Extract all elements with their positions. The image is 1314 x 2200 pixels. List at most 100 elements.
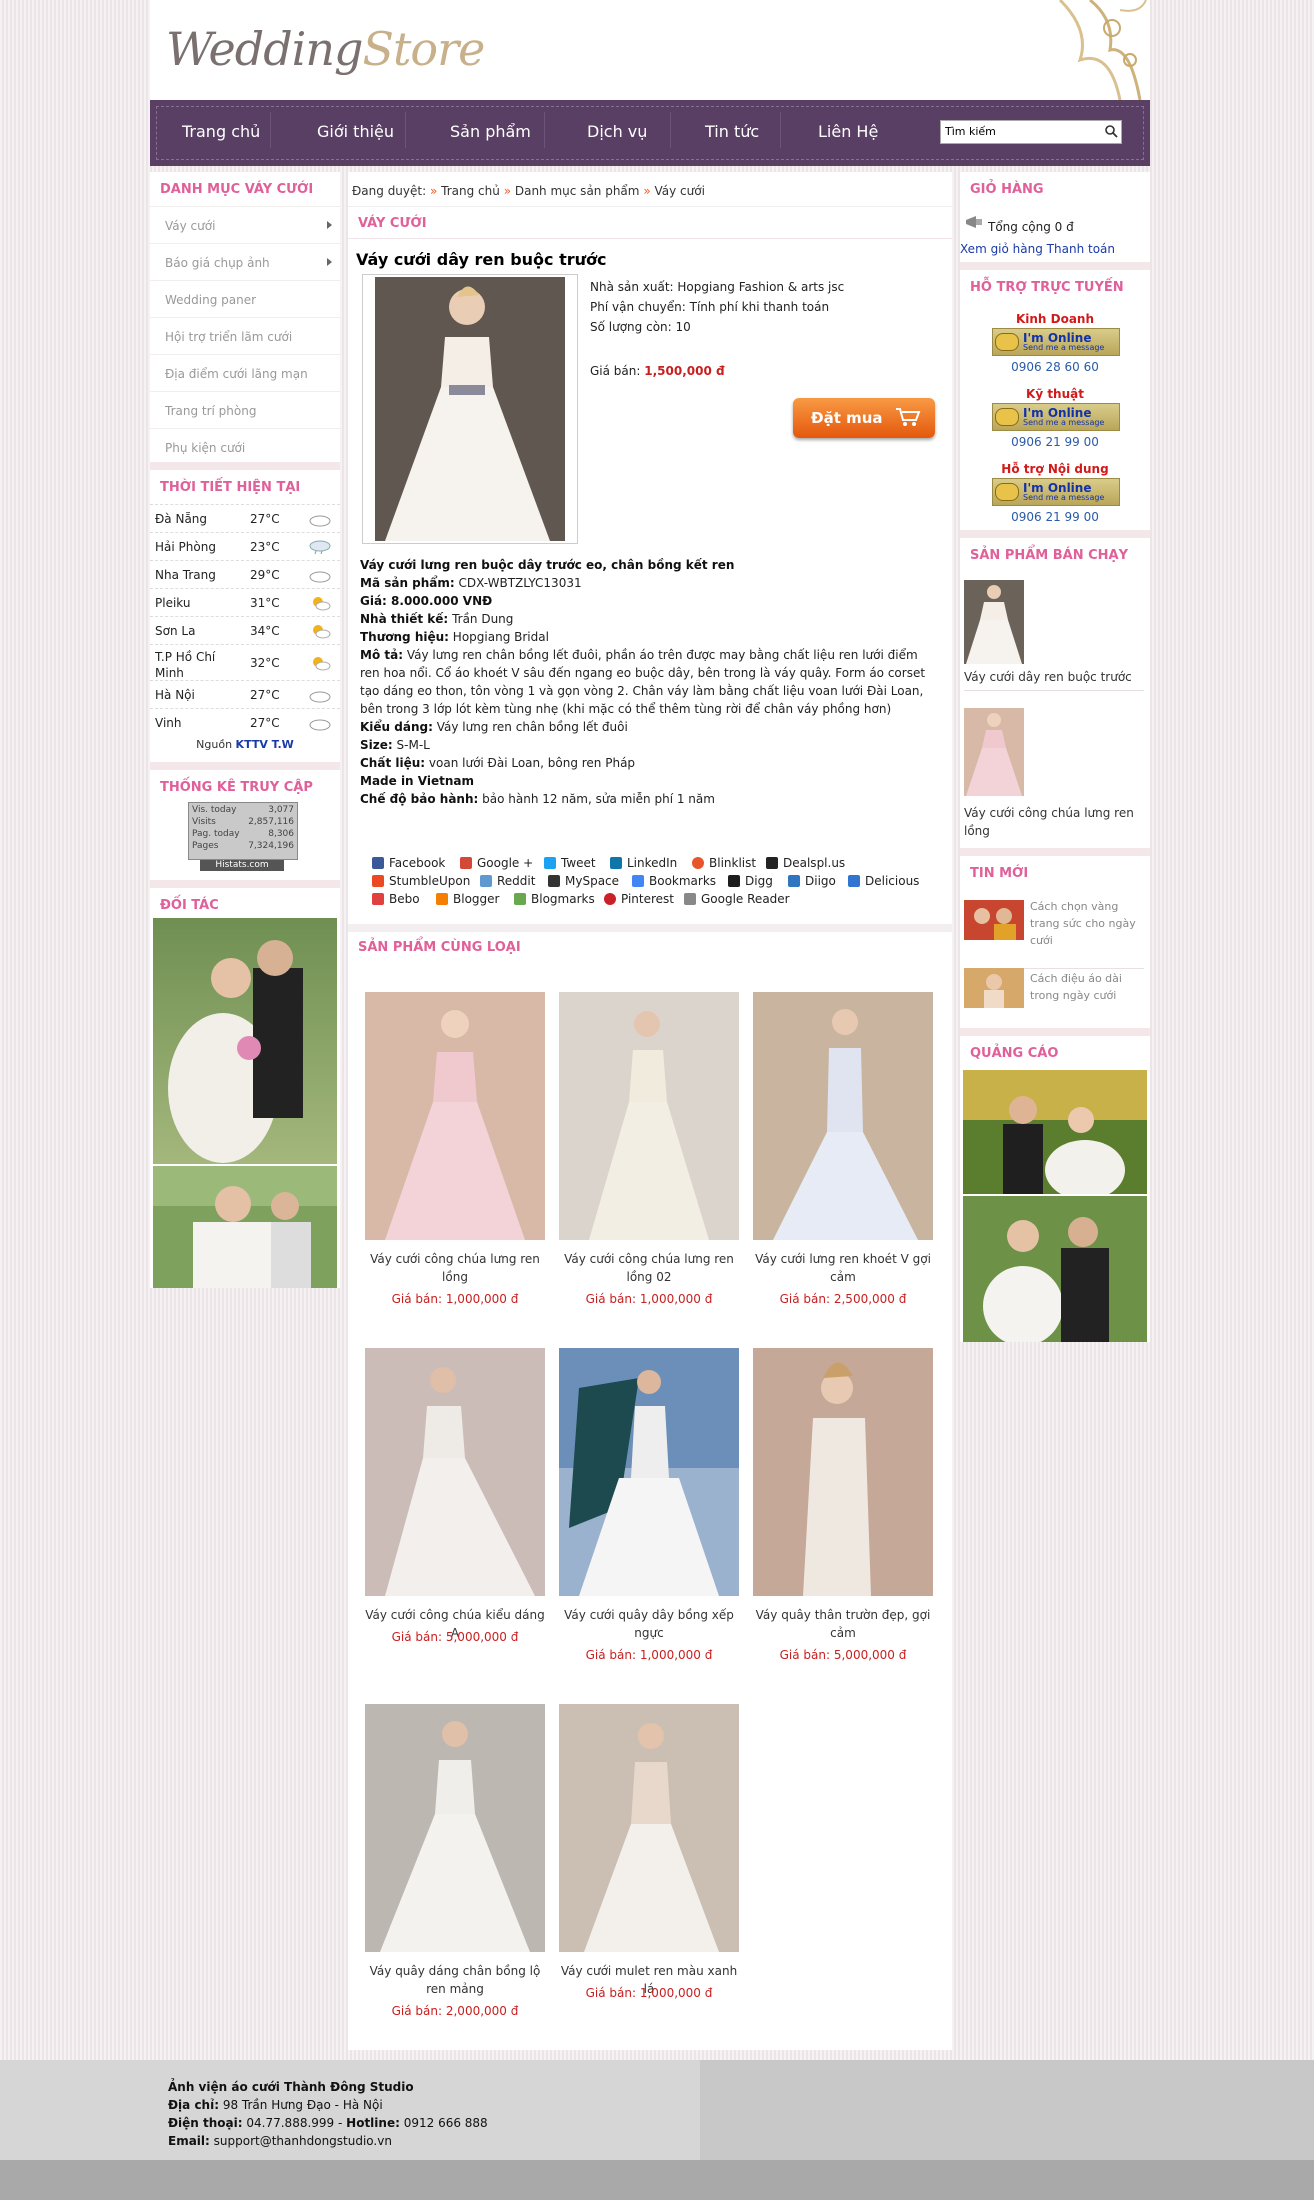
desc-line: Mã sản phẩm: CDX-WBTZLYC13031 [360, 574, 940, 592]
share-dealspl[interactable]: Dealspl.us [766, 856, 845, 870]
support-phone[interactable]: 0906 21 99 00 [960, 510, 1150, 524]
support-phone[interactable]: 0906 21 99 00 [960, 435, 1150, 449]
cart-link[interactable]: Xem giỏ hàng Thanh toán [960, 242, 1115, 256]
share-label: Facebook [389, 856, 446, 870]
category-item[interactable]: Địa điểm cưới lãng mạn [150, 354, 340, 392]
share-facebook[interactable]: Facebook [372, 856, 445, 870]
stats-counter[interactable]: Vis. today 3,077 Visits 2,857,116 Pag. tod… [188, 802, 298, 860]
share-label: Tweet [561, 856, 596, 870]
share-stumbleupon[interactable]: StumbleUpon [372, 874, 470, 888]
related-product-price: Giá bán: 5,000,000 đ [779, 1648, 907, 1662]
share-blogmarks[interactable]: Blogmarks [514, 892, 595, 906]
share-digg[interactable]: Digg [728, 874, 773, 888]
delicious-icon [848, 875, 860, 887]
cart-total: Tổng cộng 0 đ [988, 220, 1074, 234]
weather-city: Đà Nẵng [155, 512, 208, 526]
share-google-reader[interactable]: Google Reader [684, 892, 790, 906]
category-item[interactable]: Trang trí phòng [150, 391, 340, 429]
nav-item-news[interactable]: Tin tức [705, 122, 759, 141]
cart-icon [896, 408, 921, 426]
desc-line: Chất liệu: voan lưới Đài Loan, bông ren … [360, 754, 940, 772]
product-price-row: Giá bán: 1,500,000 đ [590, 364, 725, 378]
myspace-icon [548, 875, 560, 887]
desc-value: voan lưới Đài Loan, bông ren Pháp [428, 756, 636, 770]
product-thumbnail [753, 1348, 933, 1596]
news-link[interactable]: Cách điệu áo dài trong ngày cưới [1030, 970, 1146, 1004]
share-myspace[interactable]: MySpace [548, 874, 619, 888]
share-pinterest[interactable]: Pinterest [604, 892, 674, 906]
share-diigo[interactable]: Diigo [788, 874, 836, 888]
share-linkedin[interactable]: LinkedIn [610, 856, 677, 870]
bestseller-name[interactable]: Váy cưới dây ren buộc trước [964, 670, 1132, 684]
related-product-name[interactable]: Váy cưới công chúa lưng ren lồng [365, 1250, 545, 1286]
share-bebo[interactable]: Bebo [372, 892, 420, 906]
related-product-name[interactable]: Váy quây thân trườn đẹp, gợi cảm [753, 1606, 933, 1642]
partner-photo[interactable] [153, 1166, 337, 1288]
weather-temp: 32°C [250, 656, 280, 670]
online-status-button[interactable]: I'm Online Send me a message [992, 478, 1120, 506]
category-item[interactable]: Wedding paner [150, 280, 340, 318]
support-name: Kỹ thuật [1026, 387, 1084, 401]
weather-row: T.P Hồ Chí Minh 32°C [150, 644, 340, 681]
share-bookmarks[interactable]: Bookmarks [632, 874, 716, 888]
stats-brand[interactable]: Histats.com [200, 860, 284, 871]
breadcrumb-link[interactable]: Váy cưới [654, 184, 704, 198]
search-input[interactable] [941, 121, 1099, 141]
online-status-button[interactable]: I'm Online Send me a message [992, 403, 1120, 431]
share-label: Blogger [453, 892, 500, 906]
buy-button[interactable]: Đặt mua [793, 398, 935, 438]
nav-item-contact[interactable]: Liên Hệ [818, 122, 878, 141]
support-phone[interactable]: 0906 28 60 60 [960, 360, 1150, 374]
logo-part1: Wedding [166, 22, 363, 76]
weather-temp: 27°C [250, 716, 280, 730]
footer-studio: Ảnh viện áo cưới Thành Đông Studio [168, 2080, 414, 2094]
related-product-name[interactable]: Váy cưới công chúa lưng ren lồng 02 [559, 1250, 739, 1286]
share-reddit[interactable]: Reddit [480, 874, 535, 888]
partner-photo[interactable] [153, 918, 337, 1164]
ad-banner[interactable] [963, 1196, 1147, 1342]
search-icon[interactable] [1104, 124, 1118, 138]
category-item[interactable]: Phụ kiện cưới [150, 428, 340, 466]
share-google-plus[interactable]: Google + [460, 856, 533, 870]
category-item[interactable]: Báo giá chụp ảnh [150, 243, 340, 281]
nav-separator [544, 112, 545, 148]
footer: Ảnh viện áo cưới Thành Đông Studio Địa c… [0, 2060, 1314, 2160]
related-product-name[interactable]: Váy cưới quây dây bồng xếp ngực [559, 1606, 739, 1642]
related-product-price: Giá bán: 5,000,000 đ [391, 1630, 519, 1644]
footer-value: 98 Trần Hưng Đạo - Hà Nội [222, 2098, 383, 2112]
desc-value: CDX-WBTZLYC13031 [458, 576, 582, 590]
nav-item-home[interactable]: Trang chủ [182, 122, 260, 141]
desc-key: Nhà thiết kế: [360, 612, 449, 626]
bestseller-thumbnail[interactable] [964, 580, 1024, 664]
divider [960, 530, 1150, 538]
category-item[interactable]: Váy cưới [150, 206, 340, 244]
related-product-name[interactable]: Váy cưới lưng ren khoét V gợi cảm [753, 1250, 933, 1286]
site-logo[interactable]: WeddingStore [166, 22, 485, 76]
online-status-button[interactable]: I'm Online Send me a message [992, 328, 1120, 356]
share-delicious[interactable]: Delicious [848, 874, 919, 888]
share-tweet[interactable]: Tweet [544, 856, 596, 870]
news-thumbnail[interactable] [964, 900, 1024, 940]
ad-banner[interactable] [963, 1070, 1147, 1194]
news-thumbnail[interactable] [964, 968, 1024, 1008]
weather-source-link[interactable]: KTTV T.W [236, 738, 294, 751]
bestseller-thumbnail[interactable] [964, 708, 1024, 796]
chevron-right-icon [327, 221, 332, 229]
share-blogger[interactable]: Blogger [436, 892, 499, 906]
category-item[interactable]: Hội trợ triển lãm cưới [150, 317, 340, 355]
nav-item-about[interactable]: Giới thiệu [317, 122, 394, 141]
product-thumbnail [559, 992, 739, 1240]
share-blinklist[interactable]: Blinklist [692, 856, 756, 870]
bestseller-name[interactable]: Váy cưới công chúa lưng ren lồng [964, 804, 1144, 840]
news-link[interactable]: Cách chọn vàng trang sức cho ngày cưới [1030, 898, 1146, 949]
weather-row: Vinh 27°C [150, 708, 340, 737]
breadcrumb-link[interactable]: Danh mục sản phẩm [515, 184, 640, 198]
bookmarks-icon [632, 875, 644, 887]
product-image[interactable] [362, 274, 578, 544]
related-product-name[interactable]: Váy quây dáng chân bồng lộ ren mảng [365, 1962, 545, 1998]
nav-item-services[interactable]: Dịch vụ [587, 122, 647, 141]
footer-email-link[interactable]: support@thanhdongstudio.vn [214, 2134, 392, 2148]
breadcrumb-link[interactable]: Trang chủ [441, 184, 500, 198]
share-label: Google + [477, 856, 534, 870]
nav-item-products[interactable]: Sản phẩm [450, 122, 531, 141]
